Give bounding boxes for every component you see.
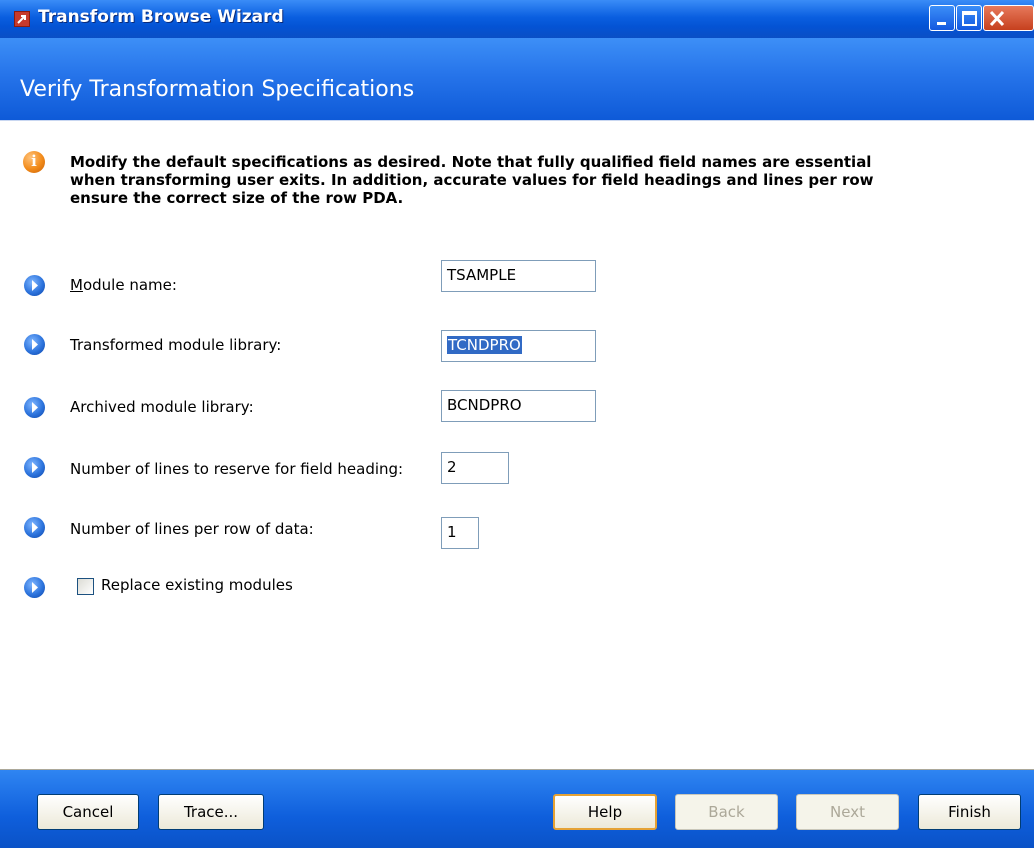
module-name-input[interactable]: TSAMPLE [441,260,596,292]
help-button[interactable]: Help [553,794,657,830]
archived-library-label-text: Archived module library: [70,398,254,416]
info-icon: i [23,151,45,173]
transformed-library-value: TCNDPRO [447,336,522,354]
info-message: Modify the default specifications as des… [70,153,874,207]
maximize-button[interactable] [956,5,982,31]
minimize-icon [937,22,946,25]
transformed-library-label-text: Transformed module library: [70,336,282,354]
close-button[interactable] [983,5,1034,31]
wizard-window: Transform Browse Wizard Verify Transform… [0,0,1034,848]
lines-per-row-label: Number of lines per row of data: [70,520,314,538]
page-title: Verify Transformation Specifications [20,77,415,102]
window-title: Transform Browse Wizard [38,7,284,27]
bullet-arrow-icon [24,577,45,598]
transformed-library-label: Transformed module library: [70,336,281,354]
trace-button[interactable]: Trace... [158,794,264,830]
next-button[interactable]: Next [796,794,899,830]
module-name-label: Module name: [70,276,177,294]
bullet-arrow-icon [24,457,45,478]
archived-library-label: Archived module library: [70,398,254,416]
replace-modules-checkbox[interactable] [77,578,94,595]
lines-per-row-input[interactable]: 1 [441,517,479,549]
transformed-library-input[interactable]: TCNDPRO [441,330,596,362]
maximize-icon [962,11,977,26]
wizard-header: Verify Transformation Specifications [0,38,1034,121]
finish-button[interactable]: Finish [918,794,1021,830]
title-bar[interactable]: Transform Browse Wizard [0,0,1034,38]
heading-lines-input[interactable]: 2 [441,452,509,484]
replace-modules-label[interactable]: Replace existing modules [101,576,293,594]
module-name-label-text: odule name: [82,276,177,294]
cancel-button[interactable]: Cancel [37,794,139,830]
bullet-arrow-icon [24,517,45,538]
bullet-arrow-icon [24,397,45,418]
bullet-arrow-icon [24,334,45,355]
archived-library-input[interactable]: BCNDPRO [441,390,596,422]
wizard-app-icon[interactable] [14,11,30,27]
back-button[interactable]: Back [675,794,778,830]
minimize-button[interactable] [929,5,955,31]
close-icon [989,10,1005,27]
bullet-arrow-icon [24,275,45,296]
heading-lines-label: Number of lines to reserve for field hea… [70,460,404,478]
